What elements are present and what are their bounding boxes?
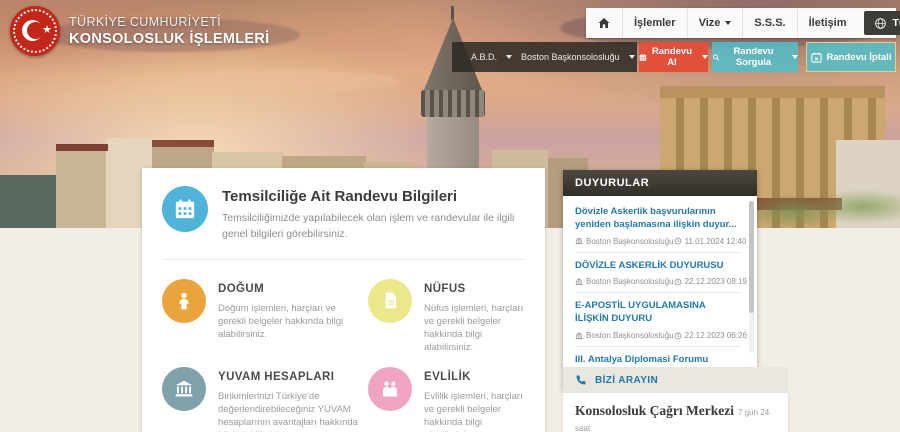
calendar-icon [639,53,647,61]
trees [748,186,900,228]
document-icon [368,278,412,323]
person-icon [162,278,206,323]
roof [56,144,108,151]
clock-icon [674,278,682,286]
service-description: Nüfus işlemleri, harçları ve gerekli bel… [424,302,524,353]
home-icon [598,18,610,28]
appointment-info-card: Temsilciliğe Ait Randevu Bilgileri Temsi… [142,168,545,432]
announcement-date: 22.12.2023 06:26 [684,331,747,341]
service-title[interactable]: EVLİLİK [424,371,471,383]
announcements-header: DUYURULAR [563,170,757,196]
service-title[interactable]: YUVAM HESAPLARI [218,371,334,383]
nav-item-sss[interactable]: S.S.S. [742,8,796,38]
randevu-al-button[interactable]: Randevu Al [639,42,708,72]
randevu-iptali-button[interactable]: Randevu İptali [806,42,896,72]
announcement-date: 22.12.2023 08:19 [684,277,747,287]
search-icon [712,53,720,61]
nav-item-iletisim[interactable]: İletişim [796,8,858,38]
service-title[interactable]: DOĞUM [218,283,264,295]
call-center-name: Konsolosluk Çağrı Merkezi 7 gün 24 saat [575,403,770,432]
bank-icon [162,366,206,411]
service-item-yuvam: YUVAM HESAPLARI Birikimlerinizi Türkiye'… [162,366,358,432]
chevron-down-icon [725,21,732,25]
announcement-date: 11.01.2024 12:40 [684,236,747,246]
turkey-emblem-logo: ★ [10,6,60,56]
brand-line1: TÜRKİYE CUMHURİYETİ [69,15,222,29]
globe-icon [874,17,886,29]
mission-selector-bar: A.B.D. Boston Başkonsolosluğu [452,42,637,72]
service-description: Birikimlerinizi Türkiye'de değerlendireb… [218,390,358,432]
clock-icon [674,332,682,339]
randevu-sorgula-button[interactable]: Randevu Sorgula [712,42,798,72]
nav-item-vize[interactable]: Vize [686,8,743,38]
announcement-link[interactable]: Dövizle Askerlik başvurularının yeniden … [575,206,741,232]
building-icon [575,278,583,285]
page-description: Temsilciliğimizde yapılabilecek olan işl… [222,212,515,240]
service-item-evlilik: EVLİLİK Evlilik işlemleri, harçları ve g… [368,366,525,432]
phone-icon [576,375,586,385]
clock-icon [674,237,682,245]
chevron-down-icon [506,55,513,59]
announcement-item: DÖVİZLE ASKERLİK DUYURUSU Boston Başkons… [575,253,747,294]
announcement-source: Boston Başkonsolosluğu [586,277,674,287]
announcement-link[interactable]: E-APOSTİL UYGULAMASINA İLİŞKİN DUYURU [575,300,741,326]
announcement-source: Boston Başkonsolosluğu [586,331,674,341]
service-description: Doğum işlemleri, harçları ve gerekli bel… [218,302,344,340]
scrollbar-thumb[interactable] [749,201,754,313]
services-grid: DOĞUM Doğum işlemleri, harçları ve gerek… [162,278,525,432]
chevron-down-icon [702,55,708,59]
mission-select[interactable]: Boston Başkonsolosluğu [521,52,635,62]
home-button[interactable] [586,8,622,38]
brand-line2: KONSOLOSLUK İŞLEMLERİ [69,31,270,47]
announcement-item: E-APOSTİL UYGULAMASINA İLİŞKİN DUYURU Bo… [575,293,747,348]
service-item-dogum: DOĞUM Doğum işlemleri, harçları ve gerek… [162,278,358,354]
announcement-item: Dövizle Askerlik başvurularının yeniden … [575,199,746,253]
service-description: Evlilik işlemleri, harçları ve gerekli b… [424,390,523,432]
chevron-down-icon [792,55,798,59]
announcement-link[interactable]: DÖVİZLE ASKERLİK DUYURUSU [575,260,741,273]
divider [162,258,525,260]
building-icon [575,332,583,339]
couple-icon [368,366,412,411]
cloud [180,70,400,92]
building-icon [575,237,583,245]
page-title: Temsilciliğe Ait Randevu Bilgileri [222,188,458,205]
service-item-nufus: NÜFUS Nüfus işlemleri, harçları ve gerek… [368,278,525,354]
star-icon: ★ [42,24,52,36]
top-navigation: İşlemler Vize S.S.S. İletişim Türkçe [586,8,900,38]
announcement-source: Boston Başkonsolosluğu [586,236,674,246]
call-us-title: BİZİ ARAYIN [595,374,659,386]
calendar-icon [162,186,208,232]
nav-item-islemler[interactable]: İşlemler [622,8,687,38]
language-selector[interactable]: Türkçe [863,11,900,35]
announcement-link[interactable]: III. Antalya Diplomasi Forumu [575,354,741,367]
call-us-widget: BİZİ ARAYIN Konsolosluk Çağrı Merkezi 7 g… [563,367,788,432]
roof [152,140,214,147]
calendar-cancel-icon [810,52,822,63]
site-brand[interactable]: ★ TÜRKİYE CUMHURİYETİ KONSOLOSLUK İŞLEML… [10,6,269,56]
service-title[interactable]: NÜFUS [424,283,466,295]
chevron-down-icon [628,55,635,59]
building [0,175,58,228]
announcements-panel: DUYURULAR Dövizle Askerlik başvurularını… [563,170,757,391]
building [56,150,108,228]
scrollbar-track[interactable] [749,201,754,353]
country-select[interactable]: A.B.D. [471,52,513,62]
